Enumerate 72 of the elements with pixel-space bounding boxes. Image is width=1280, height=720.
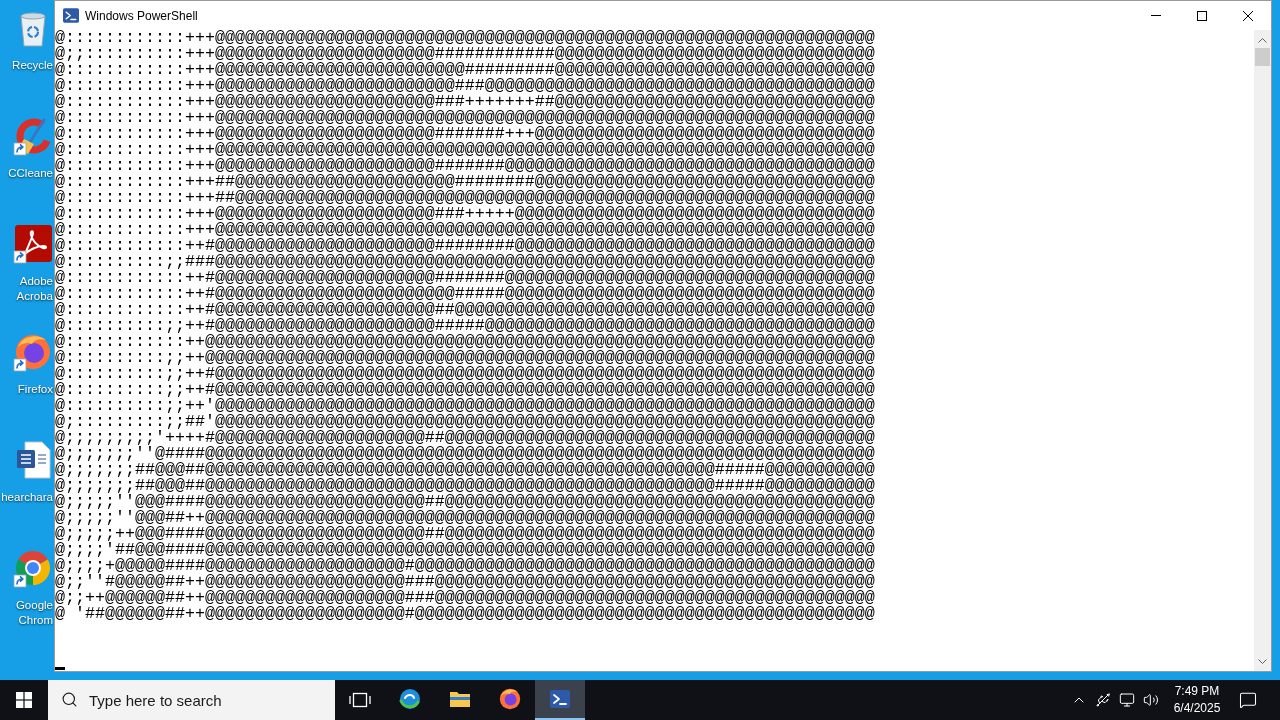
fox-logo-icon[interactable] [13,332,53,372]
search-field[interactable]: Type here to search [48,680,335,720]
scrollbar-thumb[interactable] [1255,48,1270,66]
fox-logo-icon [498,687,522,711]
usb-icon[interactable] [1095,692,1111,708]
ascii-art-line: @::::::::::;;++'@@@@@@@@@@@@@@@@@@@@@@@@@@@@@@@@@@@@@@@@@@@@@@@@@@@@@@@@@@@@@@@@@@ [55,398,875,414]
tricolor-logo-icon[interactable] [13,548,53,588]
broom-logo-icon[interactable] [13,116,53,156]
ascii-art-line: @::::::::::::++#@@@@@@@@@@@@@@@@@@@@@@@@#####@@@@@@@@@@@@@@@@@@@@@@@@@@@@@@@@@@@@@ [55,286,875,302]
speaker-icon[interactable] [1143,692,1159,708]
ascii-art-line: @::::::::::::+++@@@@@@@@@@@@@@@@@@@@@@@@@@@@@@@@@@@@@@@@@@@@@@@@@@@@@@@@@@@@@@@@@@ [55,222,875,238]
ascii-art-line: @::::::::::::+++@@@@@@@@@@@@@@@@@@@@@@#######+++@@@@@@@@@@@@@@@@@@@@@@@@@@@@@@@@@@ [55,126,875,142]
scroll-down-icon[interactable] [1258,659,1267,664]
search-icon [61,691,78,708]
minimize-icon [1151,15,1161,16]
taskbar-app-button[interactable] [535,680,585,720]
ascii-art-line: @;;;;;;;;;'++++#@@@@@@@@@@@@@@@@@@@@@##@@@@@@@@@@@@@@@@@@@@@@@@@@@@@@@@@@@@@@@@@@@ [55,430,875,446]
ascii-art-line: @;;''#@@@@@##++@@@@@@@@@@@@@@@@@@@@###@@@@@@@@@@@@@@@@@@@@@@@@@@@@@@@@@@@@@@@@@@@@ [55,574,875,590]
ascii-art-line: @::::::::::::+++@@@@@@@@@@@@@@@@@@@@@@@@###@@@@@@@@@@@@@@@@@@@@@@@@@@@@@@@@@@@@@@@ [55,78,875,94]
text-cursor-icon [55,667,65,670]
maximize-icon [1197,10,1207,21]
monitor-icon[interactable] [1119,692,1135,708]
desktop-icon-label[interactable]: Acroba [16,289,53,304]
pdf-logo-icon[interactable] [13,224,53,264]
message-icon[interactable] [1239,691,1257,709]
ascii-art-line: @::::::::::::++#@@@@@@@@@@@@@@@@@@@@@@##@@@@@@@@@@@@@@@@@@@@@@@@@@@@@@@@@@@@@@@@@@ [55,302,875,318]
ascii-art-line: @;;::::::::::+++@@@@@@@@@@@@@@@@@@@@@@############@@@@@@@@@@@@@@@@@@@@@@@@@@@@@@@@ [55,46,875,62]
ascii-art-line: @::::::::::::+++@@@@@@@@@@@@@@@@@@@@@@@@@@@@@@@@@@@@@@@@@@@@@@@@@@@@@@@@@@@@@@@@@@ [55,142,875,158]
desktop-icon-label[interactable]: Google [15,598,53,613]
ascii-art-line: @::::::::::;;++#@@@@@@@@@@@@@@@@@@@@@@@@@@@@@@@@@@@@@@@@@@@@@@@@@@@@@@@@@@@@@@@@@@ [55,366,875,382]
ascii-art-line: @::::::::::::+++@@@@@@@@@@@@@@@@@@@@@@@@@#########@@@@@@@@@@@@@@@@@@@@@@@@@@@@@@@@ [55,62,875,78]
ascii-art-line: @::::::::::::+++@@@@@@@@@@@@@@@@@@@@@@@@@@@@@@@@@@@@@@@@@@@@@@@@@@@@@@@@@@@@@@@@@@ [55,110,875,126]
desktop-icon-label[interactable]: hearchara [1,490,53,505]
wave-logo-icon [398,687,422,711]
ascii-art-line: @;;;;;++@@@####@@@@@@@@@@@@@@@@@@@@@@##@@@@@@@@@@@@@@@@@@@@@@@@@@@@@@@@@@@@@@@@@@@ [55,526,875,542]
ascii-art-line: @;;;;;;;##@@@##@@@@@@@@@@@@@@@@@@@@@@@@@@@@@@@@@@@@@@@@@@@@@@@@@@@#####@@@@@@@@@@@ [55,462,875,478]
ascii-art-line: @;;;;;;;''@####@@@@@@@@@@@@@@@@@@@@@@@@@@@@@@@@@@@@@@@@@@@@@@@@@@@@@@@@@@@@@@@@@@@ [55,446,875,462]
ascii-art-line: @::::::::::::+++@@@@@@@@@@@@@@@@@@@@@@###+++++++##@@@@@@@@@@@@@@@@@@@@@@@@@@@@@@@@ [55,94,875,110]
ascii-art-line: @;;;;;;;##@@@##@@@@@@@@@@@@@@@@@@@@@@@@@@@@@@@@@@@@@@@@@@@@@@@@@@@#####@@@@@@@@@@@ [55,478,875,494]
ascii-art-line: @::::::::::;;++@@@@@@@@@@@@@@@@@@@@@@@@@@@@@@@@@@@@@@@@@@@@@@@@@@@@@@@@@@@@@@@@@@@ [55,350,875,366]
ascii-art-line: @::::::::::::+++@@@@@@@@@@@@@@@@@@@@@@#######@@@@@@@@@@@@@@@@@@@@@@@@@@@@@@@@@@@@@ [55,158,875,174]
task-view-icon [349,692,371,708]
desktop-icon-label[interactable]: Adobe [19,274,53,289]
ascii-art-line: @::::::::::;;###@@@@@@@@@@@@@@@@@@@@@@@@@@@@@@@@@@@@@@@@@@@@@@@@@@@@@@@@@@@@@@@@@@ [55,254,875,270]
ascii-art-line: @::::::::::::++#@@@@@@@@@@@@@@@@@@@@@@#######@@@@@@@@@@@@@@@@@@@@@@@@@@@@@@@@@@@@@ [55,270,875,286]
clock-time[interactable]: 7:49 PM [1174,683,1220,700]
desktop-icon-label[interactable]: Firefox [17,382,53,397]
ascii-art-line: @;;++@@@@@@##++@@@@@@@@@@@@@@@@@@@@###@@@@@@@@@@@@@@@@@@@@@@@@@@@@@@@@@@@@@@@@@@@@ [55,590,875,606]
ascii-art-line: @::::::::::;;++#@@@@@@@@@@@@@@@@@@@@@@#####@@@@@@@@@@@@@@@@@@@@@@@@@@@@@@@@@@@@@@@ [55,318,875,334]
terminal-icon [548,687,572,711]
desktop-icon-label[interactable]: Chrom [18,613,53,628]
window-title: Windows PowerShell [85,7,198,25]
desktop-icon-label[interactable]: Recycle [12,58,53,73]
clock-date[interactable]: 6/4/2025 [1173,700,1221,717]
desktop-icon-label[interactable]: CCleane [8,166,53,181]
terminal-icon [63,8,79,23]
windows-logo-icon [16,692,32,708]
ascii-art-line: @;:::::::::;;##'@@@@@@@@@@@@@@@@@@@@@@@@@@@@@@@@@@@@@@@@@@@@@@@@@@@@@@@@@@@@@@@@@@ [55,414,875,430]
ascii-art-line: @::::::::::::+++##@@@@@@@@@@@@@@@@@@@@@@########@@@@@@@@@@@@@@@@@@@@@@@@@@@@@@@@@@ [55,174,875,190]
ascii-art-line: @::::::::::::+++@@@@@@@@@@@@@@@@@@@@@@@@@@@@@@@@@@@@@@@@@@@@@@@@@@@@@@@@@@@@@@@@@@ [55,30,875,46]
close-icon [1243,10,1253,21]
ascii-art-line: @;;;;+@@@@@####@@@@@@@@@@@@@@@@@@@@#@@@@@@@@@@@@@@@@@@@@@@@@@@@@@@@@@@@@@@@@@@@@@@ [55,558,875,574]
scroll-up-icon[interactable] [1258,38,1267,43]
ascii-art-line: @::::::::::::++@@@@@@@@@@@@@@@@@@@@@@@@@@@@@@@@@@@@@@@@@@@@@@@@@@@@@@@@@@@@@@@@@@@ [55,334,875,350]
ascii-art-line: @;;;;;''@@@##++@@@@@@@@@@@@@@@@@@@@@@@@@@@@@@@@@@@@@@@@@@@@@@@@@@@@@@@@@@@@@@@@@@@ [55,510,875,526]
ascii-art-line: @::::::::::::+++@@@@@@@@@@@@@@@@@@@@@@###+++++@@@@@@@@@@@@@@@@@@@@@@@@@@@@@@@@@@@@ [55,206,875,222]
ascii-art-line: @ '##@@@@@@##++@@@@@@@@@@@@@@@@@@@@#@@@@@@@@@@@@@@@@@@@@@@@@@@@@@@@@@@@@@@@@@@@@@@ [55,606,875,622]
ascii-art-line: @::::::::::::+++##@@@@@@@@@@@@@@@@@@@@@@@@@@@@@@@@@@@@@@@@@@@@@@@@@@@@@@@@@@@@@@@@ [55,190,875,206]
ascii-art-line: @;;;;'##@@@####@@@@@@@@@@@@@@@@@@@@@@@@@@@@@@@@@@@@@@@@@@@@@@@@@@@@@@@@@@@@@@@@@@@ [55,542,875,558]
ascii-art-line: @::::::::::;;++#@@@@@@@@@@@@@@@@@@@@@@@@@@@@@@@@@@@@@@@@@@@@@@@@@@@@@@@@@@@@@@@@@@ [55,382,875,398]
ascii-art-line: @::::::::::::++#@@@@@@@@@@@@@@@@@@@@@@########@@@@@@@@@@@@@@@@@@@@@@@@@@@@@@@@@@@@ [55,238,875,254]
ascii-art-line: @;;;;;''@@@####@@@@@@@@@@@@@@@@@@@@@@##@@@@@@@@@@@@@@@@@@@@@@@@@@@@@@@@@@@@@@@@@@@ [55,494,875,510]
